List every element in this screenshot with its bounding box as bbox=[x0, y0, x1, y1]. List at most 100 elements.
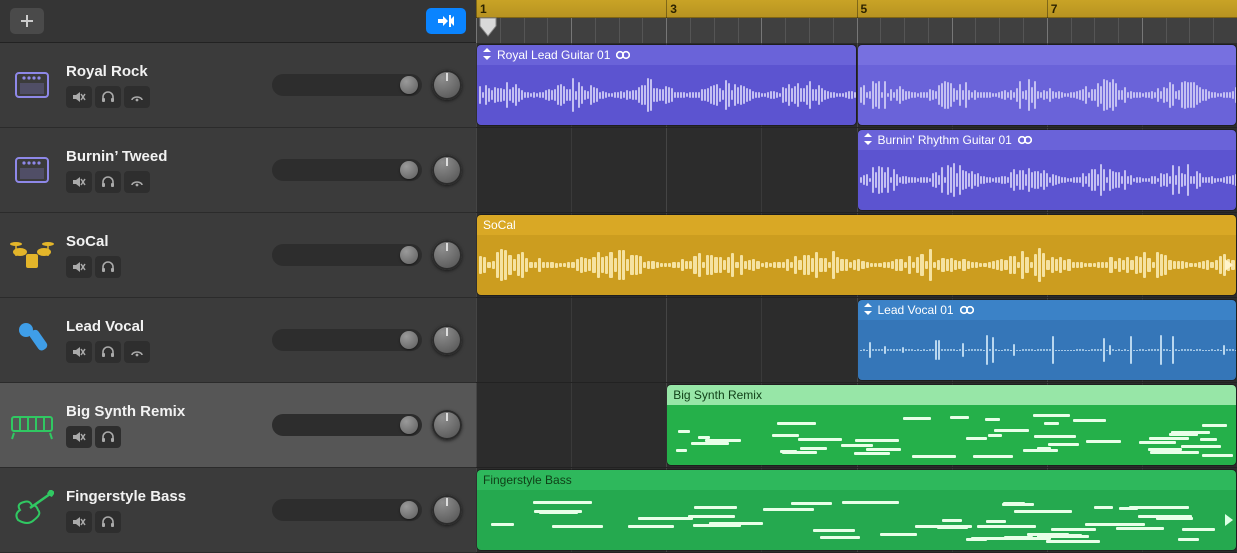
region-body[interactable] bbox=[858, 150, 1237, 210]
track-instrument-icon bbox=[8, 401, 56, 449]
region-header[interactable]: Lead Vocal 01 bbox=[858, 300, 1237, 320]
volume-slider[interactable] bbox=[272, 74, 422, 96]
continues-arrow-icon bbox=[1225, 514, 1233, 526]
bar-number-label: 3 bbox=[666, 0, 677, 18]
region-body[interactable] bbox=[858, 320, 1237, 380]
solo-button[interactable] bbox=[95, 86, 121, 108]
region[interactable]: Royal Lead Guitar 01 bbox=[476, 44, 857, 126]
region[interactable] bbox=[857, 44, 1237, 126]
track-name-label[interactable]: Fingerstyle Bass bbox=[66, 488, 262, 505]
ruler-bars[interactable]: 1357 bbox=[476, 0, 1237, 18]
track-lane[interactable]: Royal Lead Guitar 01 bbox=[476, 43, 1237, 128]
arrangement-lanes[interactable]: Royal Lead Guitar 01 Burnin' Rhythm Guita… bbox=[476, 43, 1237, 553]
track-name-label[interactable]: Lead Vocal bbox=[66, 318, 262, 335]
pan-knob[interactable] bbox=[432, 325, 462, 355]
track-lane[interactable]: SoCal bbox=[476, 213, 1237, 298]
track-row[interactable]: Big Synth Remix bbox=[0, 383, 476, 468]
volume-slider[interactable] bbox=[272, 329, 422, 351]
region-header[interactable]: Big Synth Remix bbox=[667, 385, 1236, 405]
region-body[interactable] bbox=[477, 65, 856, 125]
timeline-panel: 1357 Royal Lead Guitar 01Burnin' Rhythm … bbox=[476, 0, 1237, 553]
track-row[interactable]: SoCal bbox=[0, 213, 476, 298]
track-row[interactable]: Lead Vocal bbox=[0, 298, 476, 383]
volume-slider[interactable] bbox=[272, 414, 422, 436]
track-row[interactable]: Burnin’ Tweed bbox=[0, 128, 476, 213]
pan-knob[interactable] bbox=[432, 495, 462, 525]
track-toolbar bbox=[0, 0, 476, 43]
volume-thumb[interactable] bbox=[400, 246, 418, 264]
volume-slider[interactable] bbox=[272, 159, 422, 181]
track-list: Royal Rock Burnin’ Tweed bbox=[0, 43, 476, 553]
volume-thumb[interactable] bbox=[400, 331, 418, 349]
track-row[interactable]: Fingerstyle Bass bbox=[0, 468, 476, 553]
track-buttons bbox=[66, 171, 262, 193]
track-header-main: Burnin’ Tweed bbox=[66, 148, 262, 193]
track-lane[interactable]: Big Synth Remix bbox=[476, 383, 1237, 468]
ruler-ticks[interactable] bbox=[476, 18, 1237, 43]
headphones-icon bbox=[101, 176, 115, 188]
loop-icon bbox=[616, 50, 630, 60]
pan-knob[interactable] bbox=[432, 155, 462, 185]
input-monitor-button[interactable] bbox=[124, 86, 150, 108]
mute-button[interactable] bbox=[66, 341, 92, 363]
input-monitor-button[interactable] bbox=[124, 171, 150, 193]
region-header[interactable]: SoCal bbox=[477, 215, 1236, 235]
region[interactable]: Fingerstyle Bass bbox=[476, 469, 1237, 551]
region-header[interactable] bbox=[858, 45, 1237, 65]
catch-playhead-button[interactable] bbox=[426, 8, 466, 34]
volume-thumb[interactable] bbox=[400, 416, 418, 434]
track-lane[interactable]: Burnin' Rhythm Guitar 01 bbox=[476, 128, 1237, 213]
mute-button[interactable] bbox=[66, 426, 92, 448]
mute-button[interactable] bbox=[66, 511, 92, 533]
region-body[interactable] bbox=[667, 405, 1236, 465]
headphones-icon bbox=[101, 346, 115, 358]
add-track-button[interactable] bbox=[10, 8, 44, 34]
volume-slider[interactable] bbox=[272, 244, 422, 266]
track-lane[interactable]: Fingerstyle Bass bbox=[476, 468, 1237, 553]
mute-button[interactable] bbox=[66, 171, 92, 193]
pan-knob[interactable] bbox=[432, 70, 462, 100]
region[interactable]: Burnin' Rhythm Guitar 01 bbox=[857, 129, 1237, 211]
track-name-label[interactable]: Big Synth Remix bbox=[66, 403, 262, 420]
region-header[interactable]: Fingerstyle Bass bbox=[477, 470, 1236, 490]
track-header-panel: Royal Rock Burnin’ Tweed bbox=[0, 0, 476, 553]
input-icon bbox=[130, 176, 144, 188]
loop-icon bbox=[960, 305, 974, 315]
mute-icon bbox=[72, 91, 86, 103]
mute-button[interactable] bbox=[66, 256, 92, 278]
mute-button[interactable] bbox=[66, 86, 92, 108]
region[interactable]: Lead Vocal 01 bbox=[857, 299, 1237, 381]
region-header[interactable]: Burnin' Rhythm Guitar 01 bbox=[858, 130, 1237, 150]
volume-thumb[interactable] bbox=[400, 501, 418, 519]
track-row[interactable]: Royal Rock bbox=[0, 43, 476, 128]
track-buttons bbox=[66, 256, 262, 278]
region-header[interactable]: Royal Lead Guitar 01 bbox=[477, 45, 856, 65]
volume-thumb[interactable] bbox=[400, 161, 418, 179]
region[interactable]: Big Synth Remix bbox=[666, 384, 1237, 466]
solo-button[interactable] bbox=[95, 171, 121, 193]
mute-icon bbox=[72, 346, 86, 358]
track-name-label[interactable]: Burnin’ Tweed bbox=[66, 148, 262, 165]
track-header-main: SoCal bbox=[66, 233, 262, 278]
ruler[interactable]: 1357 bbox=[476, 0, 1237, 43]
mute-icon bbox=[72, 261, 86, 273]
region-body[interactable] bbox=[477, 490, 1236, 550]
solo-button[interactable] bbox=[95, 511, 121, 533]
region-label: Royal Lead Guitar 01 bbox=[497, 48, 610, 62]
pan-knob[interactable] bbox=[432, 410, 462, 440]
bar-number-label: 5 bbox=[857, 0, 868, 18]
region-body[interactable] bbox=[477, 235, 1236, 295]
input-icon bbox=[130, 346, 144, 358]
volume-thumb[interactable] bbox=[400, 76, 418, 94]
volume-slider[interactable] bbox=[272, 499, 422, 521]
pan-knob[interactable] bbox=[432, 240, 462, 270]
track-name-label[interactable]: SoCal bbox=[66, 233, 262, 250]
region-body[interactable] bbox=[858, 65, 1237, 125]
input-monitor-button[interactable] bbox=[124, 341, 150, 363]
solo-button[interactable] bbox=[95, 426, 121, 448]
solo-button[interactable] bbox=[95, 341, 121, 363]
region[interactable]: SoCal bbox=[476, 214, 1237, 296]
track-name-label[interactable]: Royal Rock bbox=[66, 63, 262, 80]
track-lane[interactable]: Lead Vocal 01 bbox=[476, 298, 1237, 383]
solo-button[interactable] bbox=[95, 256, 121, 278]
